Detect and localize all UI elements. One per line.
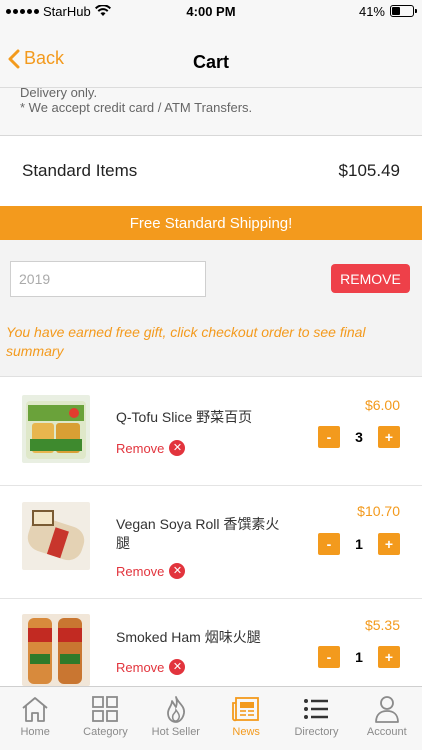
delivery-notes: Delivery only. * We accept credit card /… [0,88,422,136]
product-image [22,502,90,570]
free-gift-message: You have earned free gift, click checkou… [6,324,366,359]
remove-item-button[interactable]: Remove ✕ [116,563,186,579]
tab-account[interactable]: Account [352,687,422,750]
remove-label: Remove [116,563,165,579]
delivery-note: Delivery only. [20,88,98,100]
grid-icon [92,696,119,722]
standard-items-label: Standard Items [22,161,138,180]
payment-note: * We accept credit card / ATM Transfers. [20,100,253,115]
tab-label: Account [366,726,407,738]
close-circle-icon: ✕ [169,440,186,456]
product-name: Q-Tofu Slice 野菜百页 [116,409,253,425]
tab-label: Directory [294,726,339,738]
tab-news[interactable]: News [211,687,281,750]
quantity-value: 1 [355,536,363,552]
quantity-value: 1 [355,649,363,665]
product-name: Smoked Ham 烟味火腿 [116,629,261,645]
shipping-banner: Free Standard Shipping! [0,206,422,240]
newspaper-icon [232,697,260,722]
remove-item-button[interactable]: Remove ✕ [116,440,186,456]
remove-coupon-button[interactable]: REMOVE [331,264,410,293]
battery-info: 41% [358,3,417,19]
decrease-quantity-button[interactable]: - [318,426,340,448]
tab-label: News [232,726,260,738]
decrease-quantity-button[interactable]: - [318,646,340,668]
remove-label: Remove [116,440,165,456]
home-icon [22,697,48,722]
increase-quantity-button[interactable]: + [378,533,400,555]
tab-home[interactable]: Home [0,687,70,750]
quantity-stepper: - 1 + [318,646,400,668]
tab-label: Home [20,726,50,738]
tab-label: Hot Seller [151,726,200,738]
battery-icon [390,5,417,17]
product-image [22,395,90,463]
cart-item: Vegan Soya Roll 香馔素火腿 Remove ✕ $10.70 - … [0,487,422,599]
quantity-stepper: - 3 + [318,426,400,448]
close-circle-icon: ✕ [169,563,186,579]
product-image [22,614,90,686]
list-icon [304,699,329,719]
quantity-value: 3 [355,429,363,445]
product-price: $10.70 [357,503,400,519]
battery-percent: 41% [358,3,385,19]
flame-icon [166,696,185,723]
nav-bar: Back Cart [0,22,422,88]
close-circle-icon: ✕ [169,659,186,675]
increase-quantity-button[interactable]: + [378,426,400,448]
cart-item: Q-Tofu Slice 野菜百页 Remove ✕ $6.00 - 3 + [0,378,422,486]
standard-items-total: $105.49 [338,161,400,180]
tab-label: Category [83,726,128,738]
status-bar: StarHub 4:00 PM 41% [0,0,422,22]
cart-item: Smoked Ham 烟味火腿 Remove ✕ $5.35 - 1 + [0,600,422,686]
coupon-area: REMOVE You have earned free gift, click … [0,240,422,377]
standard-items-row: Standard Items $105.49 [0,137,422,205]
remove-label: Remove [116,659,165,675]
increase-quantity-button[interactable]: + [378,646,400,668]
quantity-stepper: - 1 + [318,533,400,555]
decrease-quantity-button[interactable]: - [318,533,340,555]
person-icon [374,696,399,723]
page-title: Cart [192,52,229,72]
tab-bar: Home Category Hot Seller News Directory … [0,686,422,750]
product-price: $6.00 [364,397,400,413]
tab-category[interactable]: Category [70,687,140,750]
product-name: Vegan Soya Roll 香馔素火腿 [116,516,280,551]
tab-directory[interactable]: Directory [281,687,351,750]
coupon-input[interactable] [10,261,206,297]
product-price: $5.35 [364,617,400,633]
remove-item-button[interactable]: Remove ✕ [116,659,186,675]
tab-hot-seller[interactable]: Hot Seller [141,687,211,750]
